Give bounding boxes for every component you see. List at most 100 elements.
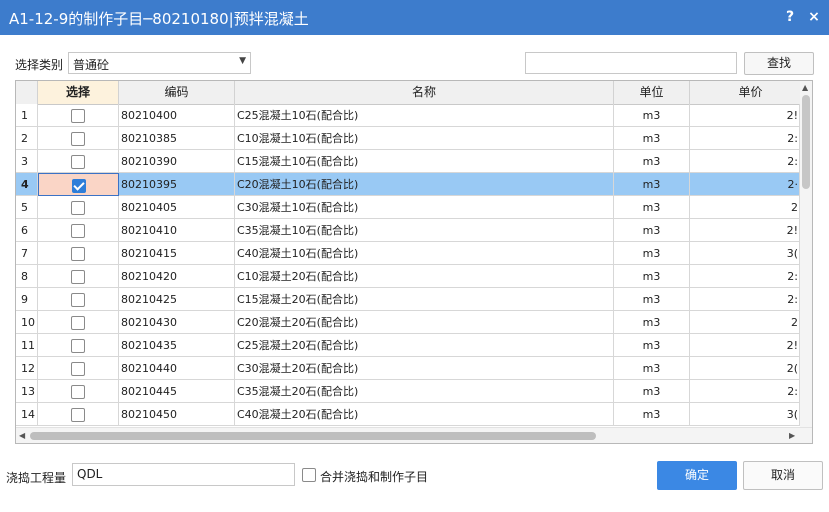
row-checkbox[interactable]	[71, 339, 85, 353]
unit-cell: m3	[614, 403, 690, 426]
row-checkbox[interactable]	[71, 316, 85, 330]
row-number: 13	[16, 380, 38, 403]
code-cell: 80210385	[119, 127, 235, 150]
select-cell[interactable]	[38, 127, 119, 150]
price-cell: 2:	[690, 150, 800, 173]
row-checkbox[interactable]	[71, 155, 85, 169]
qty-input[interactable]: QDL	[72, 463, 295, 486]
horizontal-scrollbar[interactable]: ◀ ▶	[16, 427, 812, 443]
header-unit[interactable]: 单位	[614, 81, 690, 104]
search-input[interactable]	[525, 52, 737, 74]
code-cell: 80210415	[119, 242, 235, 265]
price-cell: 2(	[690, 357, 800, 380]
row-checkbox[interactable]	[71, 293, 85, 307]
category-select[interactable]: 普通砼 ▼	[68, 52, 251, 74]
search-button[interactable]: 查找	[744, 52, 814, 75]
table-row[interactable]: 13 80210445 C35混凝土20石(配合比) m3 2:	[16, 380, 800, 403]
price-cell: 2·	[690, 173, 800, 196]
row-number: 12	[16, 357, 38, 380]
row-number: 7	[16, 242, 38, 265]
header-code[interactable]: 编码	[119, 81, 235, 104]
select-cell[interactable]	[38, 219, 119, 242]
items-table: 选择 编码 名称 单位 单价 1 80210400 C25混凝土10石(配合比) m3…	[15, 80, 813, 444]
merge-checkbox[interactable]	[302, 468, 316, 482]
name-cell: C30混凝土20石(配合比)	[235, 357, 614, 380]
cancel-button[interactable]: 取消	[743, 461, 823, 490]
unit-cell: m3	[614, 104, 690, 127]
name-cell: C15混凝土10石(配合比)	[235, 150, 614, 173]
row-checkbox[interactable]	[71, 362, 85, 376]
checked-checkbox[interactable]	[71, 179, 86, 193]
select-cell[interactable]	[38, 196, 119, 219]
table-row[interactable]: 11 80210435 C25混凝土20石(配合比) m3 2!	[16, 334, 800, 357]
select-cell[interactable]	[38, 334, 119, 357]
select-cell[interactable]	[38, 104, 119, 127]
name-cell: C10混凝土10石(配合比)	[235, 127, 614, 150]
select-cell[interactable]	[38, 403, 119, 426]
header-name[interactable]: 名称	[235, 81, 614, 104]
select-cell[interactable]	[38, 173, 119, 196]
code-cell: 80210420	[119, 265, 235, 288]
table-row[interactable]: 10 80210430 C20混凝土20石(配合比) m3 2	[16, 311, 800, 334]
name-cell: C10混凝土20石(配合比)	[235, 265, 614, 288]
vertical-scroll-thumb[interactable]	[802, 95, 810, 189]
select-cell[interactable]	[38, 242, 119, 265]
merge-label: 合并浇捣和制作子目	[320, 470, 429, 484]
row-checkbox[interactable]	[71, 201, 85, 215]
name-cell: C40混凝土20石(配合比)	[235, 403, 614, 426]
category-value: 普通砼	[73, 58, 110, 72]
row-number: 11	[16, 334, 38, 357]
scroll-up-icon[interactable]: ▲	[802, 83, 808, 92]
select-cell[interactable]	[38, 150, 119, 173]
dropdown-arrow-icon: ▼	[239, 56, 246, 66]
table-row[interactable]: 3 80210390 C15混凝土10石(配合比) m3 2:	[16, 150, 800, 173]
price-cell: 2:	[690, 265, 800, 288]
help-button[interactable]: ?	[780, 6, 800, 28]
row-checkbox[interactable]	[71, 132, 85, 146]
header-price[interactable]: 单价	[690, 81, 812, 104]
row-number: 8	[16, 265, 38, 288]
code-cell: 80210395	[119, 173, 235, 196]
select-cell[interactable]	[38, 288, 119, 311]
select-cell[interactable]	[38, 357, 119, 380]
table-row[interactable]: 5 80210405 C30混凝土10石(配合比) m3 2	[16, 196, 800, 219]
horizontal-scroll-thumb[interactable]	[30, 432, 596, 440]
table-row[interactable]: 8 80210420 C10混凝土20石(配合比) m3 2:	[16, 265, 800, 288]
unit-cell: m3	[614, 242, 690, 265]
table-row[interactable]: 1 80210400 C25混凝土10石(配合比) m3 2!	[16, 104, 800, 127]
row-checkbox[interactable]	[71, 109, 85, 123]
row-number: 6	[16, 219, 38, 242]
qty-value: QDL	[77, 467, 103, 481]
code-cell: 80210450	[119, 403, 235, 426]
table-row[interactable]: 6 80210410 C35混凝土10石(配合比) m3 2!	[16, 219, 800, 242]
scroll-left-icon[interactable]: ◀	[19, 431, 25, 440]
row-number: 10	[16, 311, 38, 334]
ok-button[interactable]: 确定	[657, 461, 737, 490]
table-row[interactable]: 14 80210450 C40混凝土20石(配合比) m3 3(	[16, 403, 800, 426]
row-checkbox[interactable]	[71, 408, 85, 422]
unit-cell: m3	[614, 127, 690, 150]
header-select[interactable]: 选择	[38, 81, 119, 104]
row-number: 9	[16, 288, 38, 311]
table-row[interactable]: 12 80210440 C30混凝土20石(配合比) m3 2(	[16, 357, 800, 380]
code-cell: 80210440	[119, 357, 235, 380]
close-button[interactable]: ×	[804, 6, 824, 28]
price-cell: 3(	[690, 403, 800, 426]
table-row[interactable]: 9 80210425 C15混凝土20石(配合比) m3 2:	[16, 288, 800, 311]
row-number: 5	[16, 196, 38, 219]
code-cell: 80210445	[119, 380, 235, 403]
select-cell[interactable]	[38, 311, 119, 334]
vertical-scrollbar[interactable]: ▲	[800, 81, 812, 427]
row-checkbox[interactable]	[71, 247, 85, 261]
table-row[interactable]: 4 80210395 C20混凝土10石(配合比) m3 2·	[16, 173, 800, 196]
select-cell[interactable]	[38, 380, 119, 403]
row-checkbox[interactable]	[71, 270, 85, 284]
row-checkbox[interactable]	[71, 385, 85, 399]
row-checkbox[interactable]	[71, 224, 85, 238]
table-row[interactable]: 2 80210385 C10混凝土10石(配合比) m3 2:	[16, 127, 800, 150]
name-cell: C35混凝土20石(配合比)	[235, 380, 614, 403]
scroll-right-icon[interactable]: ▶	[789, 431, 795, 440]
price-cell: 2:	[690, 288, 800, 311]
table-row[interactable]: 7 80210415 C40混凝土10石(配合比) m3 3(	[16, 242, 800, 265]
select-cell[interactable]	[38, 265, 119, 288]
